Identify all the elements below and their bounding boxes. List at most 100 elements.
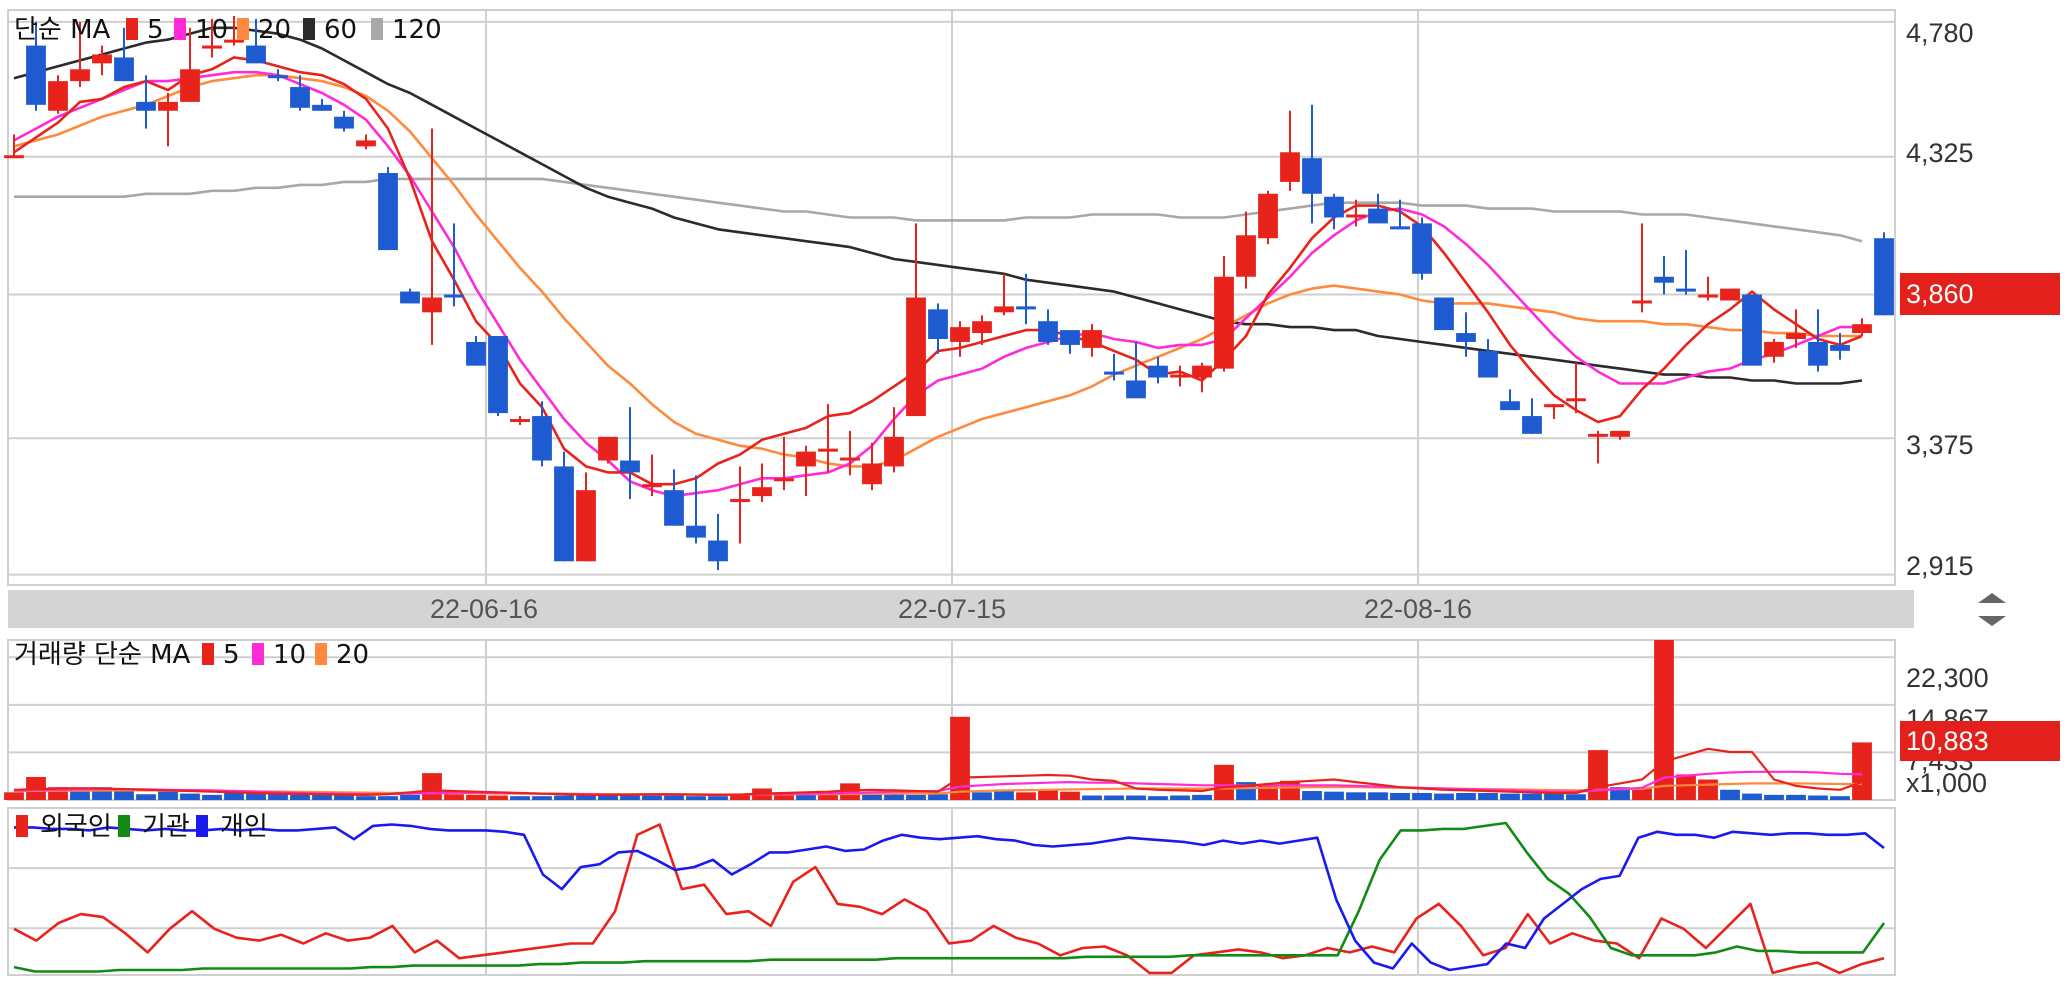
volume-bar (576, 795, 596, 800)
legend-swatch (371, 18, 383, 40)
candle-body (70, 69, 90, 82)
candle-body (1390, 226, 1410, 230)
candle-body (1434, 297, 1454, 331)
candle-body (532, 416, 552, 461)
candle-body (312, 104, 332, 111)
volume-bar (1742, 793, 1762, 800)
volume-bar (312, 794, 332, 800)
candle-body (4, 155, 24, 159)
candle-body (1786, 333, 1806, 339)
candle-body (356, 140, 376, 147)
investor-lines (13, 821, 1886, 975)
candle-body (1676, 288, 1696, 292)
resize-handle[interactable] (1978, 593, 2006, 626)
candle-body (554, 466, 574, 562)
candle-body (972, 321, 992, 334)
candle-body (1324, 196, 1344, 218)
legend-label: 10 (195, 15, 228, 45)
legend-swatch (237, 18, 249, 40)
volume-bar (1082, 795, 1102, 800)
candle-body (1500, 401, 1520, 411)
candle-body (1104, 371, 1124, 375)
candle-body (1302, 158, 1322, 194)
volume-bar (356, 796, 376, 800)
volume-bar (928, 794, 948, 800)
volume-bar (422, 773, 442, 800)
candle-body (1610, 430, 1630, 437)
volume-bar (1192, 794, 1212, 800)
candle-body (1874, 238, 1894, 316)
stock-chart[interactable]: 22-06-16 22-07-15 22-08-16 단순 MA 5 10 20… (0, 0, 2067, 984)
legend-swatch (196, 815, 208, 837)
volume-bar (972, 792, 992, 800)
candle-body (950, 327, 970, 342)
volume-bar (1412, 792, 1432, 800)
candle-body (510, 419, 530, 423)
volume-bar (444, 794, 464, 800)
volume-bar (136, 794, 156, 800)
candle-body (1082, 330, 1102, 348)
volume-bar (202, 794, 222, 800)
volume-bar (1126, 795, 1146, 800)
volume-bar (1060, 791, 1080, 800)
candle-body (862, 463, 882, 485)
volume-bar (268, 794, 288, 800)
price-tick: 4,780 (1906, 18, 1974, 48)
legend-label: 5 (223, 640, 240, 670)
candle-body (664, 490, 684, 526)
price-legend: 단순 MA 5 10 20 60 120 (14, 15, 442, 45)
candle-body (48, 81, 68, 111)
investor-panel[interactable] (13, 821, 1886, 975)
foreign-line (13, 823, 1885, 975)
date-label: 22-08-16 (1364, 594, 1472, 624)
date-label: 22-06-16 (430, 594, 538, 624)
price-panel[interactable] (4, 15, 1894, 571)
candle-body (158, 101, 178, 111)
updown-arrows-icon[interactable] (1978, 593, 2006, 626)
candle-body (1016, 306, 1036, 310)
volume-bar (290, 794, 310, 800)
candle-body (268, 75, 288, 79)
volume-bar (1038, 789, 1058, 800)
candle-body (1522, 416, 1542, 434)
volume-bar (1676, 774, 1696, 800)
legend-swatch (118, 815, 130, 837)
volume-bar (1324, 791, 1344, 800)
current-price-badge: 3,860 (1900, 273, 2060, 315)
legend-swatch (202, 643, 214, 665)
volume-bar (554, 795, 574, 800)
legend-swatch (303, 18, 315, 40)
legend-label: 5 (147, 15, 164, 45)
volume-bar (1632, 788, 1652, 800)
volume-bar (1852, 742, 1872, 800)
volume-bar (686, 796, 706, 800)
candle-body (1412, 223, 1432, 274)
candle-body (598, 436, 618, 461)
legend-label: 10 (273, 640, 306, 670)
candle-body (1038, 321, 1058, 342)
price-tick: 3,375 (1906, 430, 1974, 460)
volume-bar (1698, 779, 1718, 800)
candle-body (1126, 380, 1146, 399)
candle-body (1214, 276, 1234, 369)
volume-bar (884, 794, 904, 800)
investor-legend: 외국인 기관 개인 (16, 812, 268, 842)
volume-bar (1346, 792, 1366, 800)
candlesticks[interactable] (4, 15, 1894, 571)
legend-label: 개인 (220, 812, 268, 842)
candle-body (444, 294, 464, 298)
volume-bar (532, 796, 552, 800)
volume-bar (180, 793, 200, 800)
candle-body (928, 309, 948, 339)
candle-body (1544, 404, 1564, 408)
candle-body (840, 457, 860, 461)
candle-body (1720, 288, 1740, 301)
candle-body (708, 540, 728, 562)
legend-swatch (16, 815, 28, 837)
candle-body (884, 436, 904, 467)
volume-bar (1830, 796, 1850, 800)
current-volume-label: 10,883 (1906, 726, 1989, 756)
candle-body (466, 341, 486, 366)
candle-body (752, 487, 772, 497)
candle-body (1808, 341, 1828, 366)
